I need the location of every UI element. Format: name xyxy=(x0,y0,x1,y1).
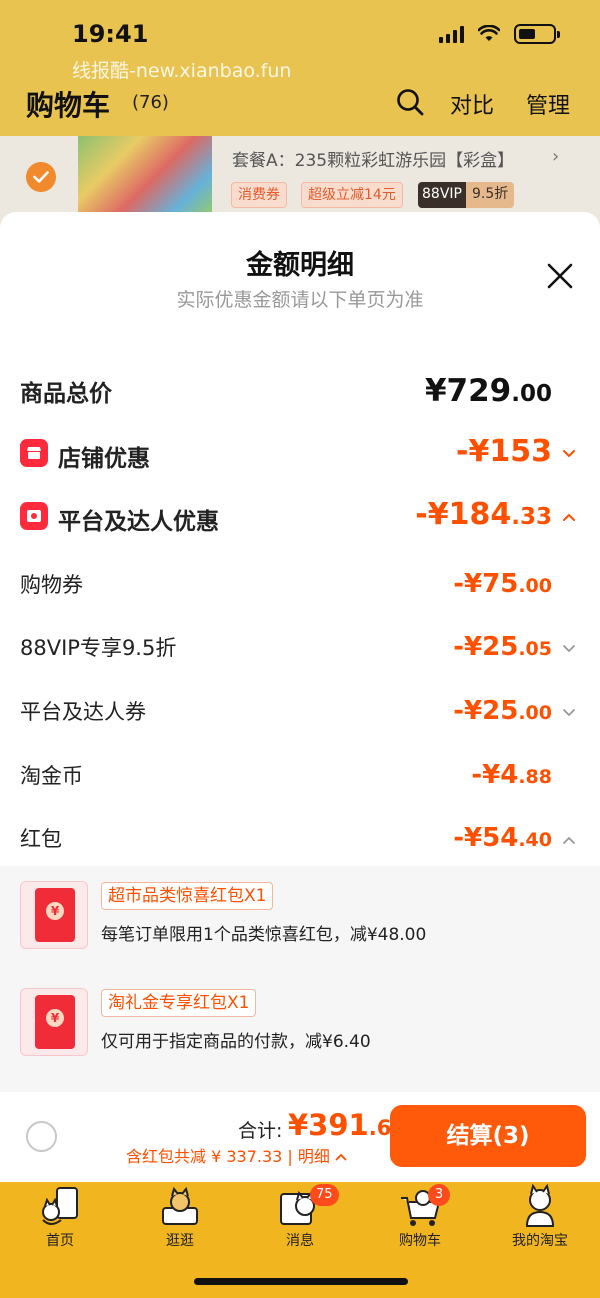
home-indicator xyxy=(194,1278,408,1285)
red-packet-icon: ¥ xyxy=(20,988,88,1056)
red-packet-tag: 超市品类惊喜红包X1 xyxy=(101,882,274,910)
chevron-up-icon[interactable] xyxy=(562,510,576,524)
tab-label: 首页 xyxy=(46,1233,74,1249)
platform-icon xyxy=(20,502,48,530)
discount-detail-link[interactable]: 含红包共减 ¥ 337.33 | 明细 xyxy=(126,1143,347,1167)
red-packet-desc: 仅可用于指定商品的付款，减¥6.40 xyxy=(101,1032,371,1052)
wifi-icon xyxy=(478,25,500,41)
platform-voucher-amount[interactable]: -¥25.00 xyxy=(453,696,552,726)
platform-voucher-label: 平台及达人券 xyxy=(20,700,146,724)
explore-cat-icon xyxy=(155,1184,205,1230)
sheet-title: 金额明细 xyxy=(246,250,354,281)
red-packet-label: 红包 xyxy=(20,827,62,851)
item-checkbox-checked[interactable] xyxy=(26,162,56,192)
chevron-down-icon[interactable] xyxy=(562,642,576,656)
super-discount-tag: 超级立减14元 xyxy=(301,182,403,208)
checkout-button[interactable]: 结算(3) xyxy=(390,1105,586,1167)
status-icons xyxy=(439,24,560,44)
battery-icon xyxy=(514,24,560,44)
messages-badge: 75 xyxy=(310,1184,339,1206)
store-icon xyxy=(20,439,48,467)
chevron-up-icon[interactable] xyxy=(562,833,576,847)
total-amount: ¥391.67 xyxy=(288,1108,406,1142)
compare-button[interactable]: 对比 xyxy=(450,88,494,120)
shopping-voucher-amount: -¥75.00 xyxy=(453,569,552,599)
chevron-right-icon[interactable]: › xyxy=(552,146,559,167)
chevron-down-icon[interactable] xyxy=(562,706,576,720)
cart-count: (76) xyxy=(132,92,169,113)
select-all-checkbox[interactable] xyxy=(26,1121,57,1152)
tab-label: 购物车 xyxy=(399,1233,441,1249)
watermark: 线报酷-new.xianbao.fun xyxy=(72,60,292,82)
tab-explore[interactable]: 逛逛 xyxy=(130,1184,230,1250)
vip-tag: 88VIP xyxy=(418,182,466,208)
red-packet-amount[interactable]: -¥54.40 xyxy=(453,823,552,853)
vip-rate-tag: 9.5折 xyxy=(466,182,515,208)
search-icon[interactable] xyxy=(396,88,424,116)
tab-my-taobao[interactable]: 我的淘宝 xyxy=(490,1183,590,1250)
check-icon xyxy=(33,171,49,183)
red-packet-desc: 每笔订单限用1个品类惊喜红包，减¥48.00 xyxy=(101,925,427,945)
product-thumbnail[interactable] xyxy=(78,136,212,216)
tab-home[interactable]: 首页 xyxy=(10,1184,110,1250)
red-packet-list xyxy=(0,866,600,1092)
tab-label: 消息 xyxy=(286,1233,314,1249)
goods-total-label: 商品总价 xyxy=(20,381,112,407)
home-cat-icon xyxy=(35,1184,85,1230)
red-packet-tag: 淘礼金专享红包X1 xyxy=(101,989,257,1017)
chevron-down-icon[interactable] xyxy=(562,447,576,461)
cart-badge: 3 xyxy=(428,1184,450,1206)
profile-cat-icon xyxy=(515,1183,565,1230)
goods-total-amount: ¥729.00 xyxy=(424,373,552,409)
close-icon[interactable] xyxy=(544,260,576,292)
tab-label: 我的淘宝 xyxy=(512,1233,568,1249)
taojinbi-label: 淘金币 xyxy=(20,764,83,788)
signal-icon xyxy=(439,25,464,43)
shopping-voucher-label: 购物券 xyxy=(20,573,83,597)
store-discount-amount[interactable]: -¥153 xyxy=(456,434,552,469)
tab-label: 逛逛 xyxy=(166,1233,194,1249)
platform-discount-amount[interactable]: -¥184.33 xyxy=(415,497,552,532)
vip-discount-label: 88VIP专享9.5折 xyxy=(20,636,177,660)
product-name[interactable]: 套餐A：235颗粒彩虹游乐园【彩盒】 xyxy=(232,146,514,171)
manage-button[interactable]: 管理 xyxy=(526,88,570,120)
sheet-subtitle: 实际优惠金额请以下单页为准 xyxy=(176,289,424,311)
status-time: 19:41 xyxy=(72,20,149,48)
vip-discount-amount[interactable]: -¥25.05 xyxy=(453,632,552,662)
store-discount-label: 店铺优惠 xyxy=(58,446,150,472)
chevron-up-icon xyxy=(335,1153,347,1161)
platform-discount-label: 平台及达人优惠 xyxy=(58,509,219,535)
red-packet-icon: ¥ xyxy=(20,881,88,949)
tab-cart[interactable]: 购物车 xyxy=(370,1184,470,1250)
total-label: 合计: xyxy=(238,1120,283,1142)
taojinbi-amount: -¥4.88 xyxy=(471,760,552,790)
page-title: 购物车 xyxy=(26,89,111,122)
coupon-tag: 消费券 xyxy=(231,182,287,208)
